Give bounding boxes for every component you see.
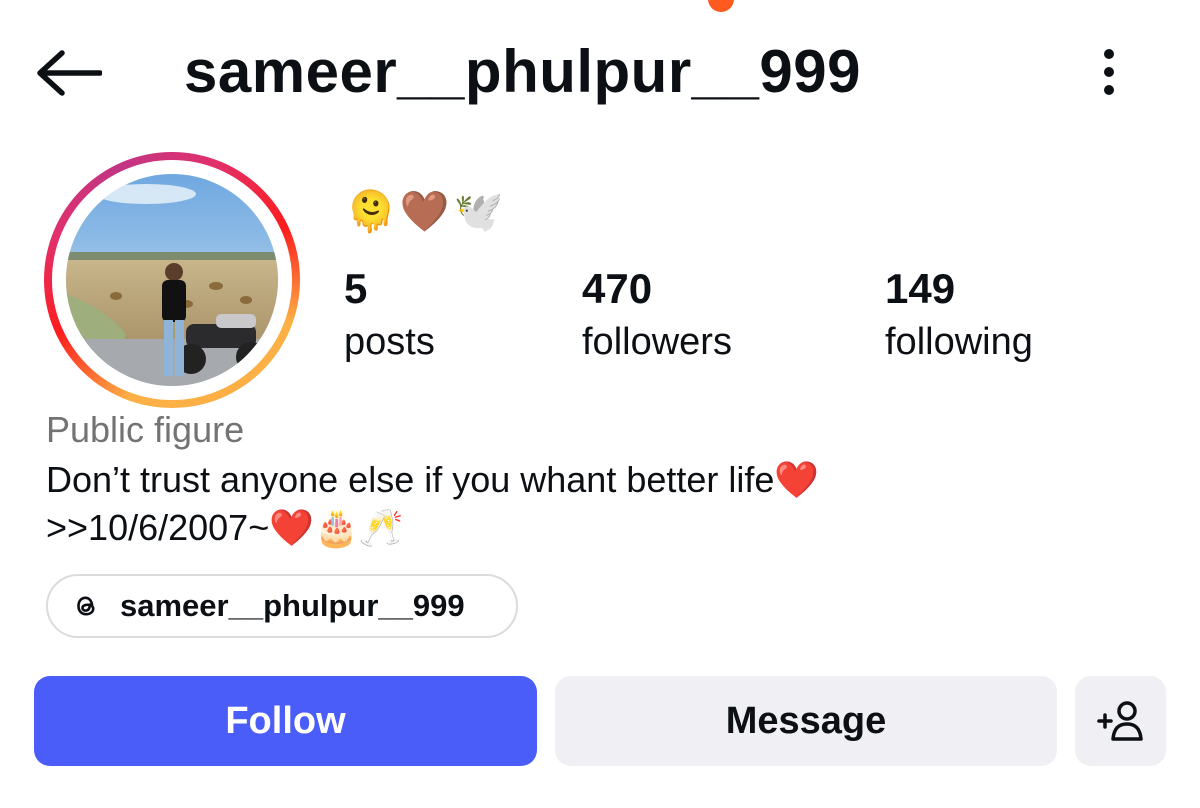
arrow-left-icon	[37, 50, 103, 96]
posts-label: posts	[344, 321, 435, 363]
suggest-people-button[interactable]	[1075, 676, 1166, 766]
stat-posts[interactable]: 5 posts	[344, 262, 435, 368]
posts-count: 5	[344, 265, 368, 312]
profile-emoji-line: 🫠🤎🕊️	[346, 190, 508, 234]
profile-avatar[interactable]	[66, 174, 278, 386]
avatar-photo	[66, 174, 278, 386]
message-button[interactable]: Message	[555, 676, 1057, 766]
profile-username: sameer__phulpur__999	[184, 38, 862, 105]
followers-count: 470	[582, 265, 653, 312]
add-person-icon	[1096, 701, 1143, 741]
profile-bio-line-2: >>10/6/2007~❤️🎂🥂	[46, 507, 404, 548]
stat-following[interactable]: 149 following	[885, 262, 1033, 368]
profile-category: Public figure	[46, 409, 245, 450]
threads-icon	[77, 596, 95, 616]
stat-followers[interactable]: 470 followers	[582, 262, 732, 368]
back-button[interactable]	[36, 50, 103, 96]
profile-bio-line-1: Don’t trust anyone else if you whant bet…	[46, 459, 820, 500]
following-count: 149	[885, 265, 956, 312]
more-options-button[interactable]	[1090, 46, 1128, 98]
notification-dot	[708, 0, 734, 12]
threads-handle: sameer__phulpur__999	[120, 588, 465, 623]
follow-button[interactable]: Follow	[34, 676, 537, 766]
following-label: following	[885, 321, 1033, 363]
threads-profile-link[interactable]: sameer__phulpur__999	[46, 574, 518, 638]
followers-label: followers	[582, 321, 732, 363]
more-vertical-icon	[1104, 49, 1114, 95]
